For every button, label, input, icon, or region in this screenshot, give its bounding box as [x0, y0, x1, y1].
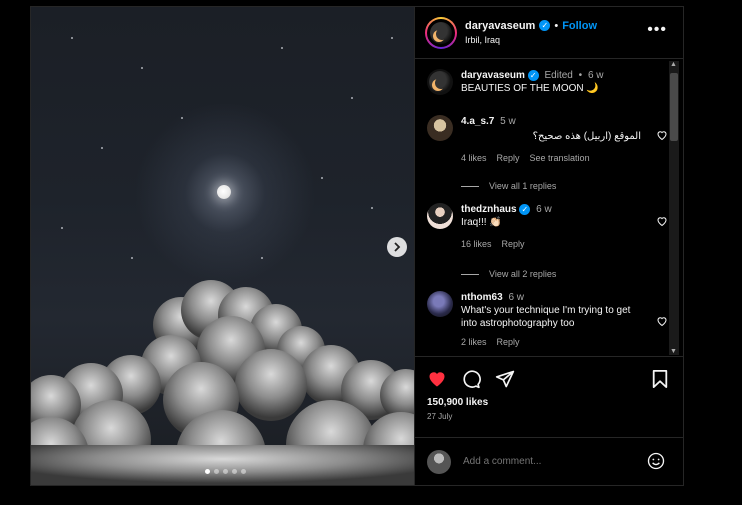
caption-text: BEAUTIES OF THE MOON 🌙 [461, 83, 599, 94]
reply-button[interactable]: Reply [497, 336, 520, 349]
comment-meta: 4 likes Reply See translation [461, 152, 641, 165]
verified-badge-icon: ✓ [527, 70, 539, 81]
star [61, 227, 63, 229]
commenter-avatar[interactable] [427, 203, 453, 229]
caption: daryavaseum ✓ Edited • 6 w BEAUTIES OF T… [427, 69, 663, 95]
carousel-dot [205, 469, 210, 474]
post-header: daryavaseum ✓ • Follow Irbil, Iraq ••• [415, 7, 683, 59]
scroll-up-arrow-icon[interactable]: ▲ [670, 61, 677, 68]
post-date: 27 July [427, 412, 453, 421]
clouds [31, 280, 414, 485]
add-comment-input[interactable] [463, 456, 633, 467]
moon-avatar-icon [429, 71, 451, 93]
comment-time: 5 w [500, 116, 516, 127]
replies-line [461, 273, 479, 275]
next-image-button[interactable] [387, 237, 407, 257]
author-info: daryavaseum ✓ • Follow Irbil, Iraq [465, 19, 597, 47]
comment-item: 4.a_s.7 5 w الموقع (اربيل) هذه صحيح؟ 4 l… [427, 115, 667, 165]
comment-likes[interactable]: 16 likes [461, 238, 492, 251]
comment-item: thedznhaus ✓ 6 w Iraq!!! 👏🏻 16 likes Rep… [427, 203, 667, 251]
view-replies-button[interactable]: View all 2 replies [461, 269, 556, 279]
star [141, 67, 143, 69]
author-username[interactable]: daryavaseum [465, 19, 535, 33]
post-modal: daryavaseum ✓ • Follow Irbil, Iraq ••• d… [30, 6, 684, 486]
post-photo[interactable] [31, 7, 415, 485]
comment-text: What's your technique I'm trying to get … [461, 305, 631, 329]
comment-username[interactable]: nthom63 [461, 292, 503, 303]
replies-line [461, 185, 479, 187]
comment-likes[interactable]: 2 likes [461, 336, 487, 349]
scroll-down-arrow-icon[interactable]: ▼ [670, 348, 677, 355]
scroll-thumb[interactable] [670, 73, 678, 141]
comments-section[interactable]: daryavaseum ✓ Edited • 6 w BEAUTIES OF T… [415, 59, 683, 357]
star [261, 257, 263, 259]
author-avatar[interactable] [425, 16, 457, 49]
caption-time: 6 w [587, 70, 604, 81]
commenter-avatar[interactable] [427, 291, 453, 317]
save-bookmark-icon[interactable] [651, 369, 669, 389]
follow-button[interactable]: Follow [562, 19, 597, 33]
share-icon[interactable] [495, 369, 515, 389]
view-replies-button[interactable]: View all 1 replies [461, 181, 556, 191]
more-options-icon[interactable]: ••• [647, 22, 667, 38]
caption-edited: Edited [544, 70, 573, 81]
comments-scrollbar[interactable]: ▲ ▼ [669, 61, 679, 355]
moon [217, 185, 231, 199]
like-heart-icon[interactable] [427, 369, 447, 389]
comment-username[interactable]: 4.a_s.7 [461, 116, 494, 127]
reply-button[interactable]: Reply [497, 152, 520, 165]
star [391, 37, 393, 39]
star [131, 257, 133, 259]
comment-likes[interactable]: 4 likes [461, 152, 487, 165]
carousel-dot [223, 469, 228, 474]
comment-username[interactable]: thedznhaus [461, 204, 517, 215]
star [281, 47, 283, 49]
current-user-avatar [427, 449, 451, 474]
verified-badge-icon: ✓ [539, 20, 551, 31]
caption-username[interactable]: daryavaseum [461, 70, 525, 81]
reply-button[interactable]: Reply [502, 238, 525, 251]
verified-badge-icon: ✓ [519, 204, 531, 215]
star [321, 177, 323, 179]
carousel-dot [232, 469, 237, 474]
action-bar [415, 357, 683, 401]
commenter-avatar[interactable] [427, 115, 453, 141]
caption-dot: • [578, 70, 583, 81]
like-comment-heart-icon[interactable] [656, 215, 668, 227]
comment-meta: 2 likes Reply [461, 336, 631, 349]
star [101, 147, 103, 149]
star [71, 37, 73, 39]
view-replies-label: View all 2 replies [489, 269, 557, 279]
comment-time: 6 w [508, 292, 525, 303]
star [351, 97, 353, 99]
add-comment-bar [415, 437, 683, 485]
comment-item: nthom63 6 w What's your technique I'm tr… [427, 291, 667, 349]
carousel-dot [214, 469, 219, 474]
post-panel: daryavaseum ✓ • Follow Irbil, Iraq ••• d… [415, 7, 683, 485]
chevron-right-icon [394, 242, 401, 252]
comment-icon[interactable] [461, 369, 481, 389]
like-comment-heart-icon[interactable] [656, 315, 668, 327]
moon-avatar-icon [430, 21, 452, 44]
see-translation-button[interactable]: See translation [530, 152, 590, 165]
comment-time: 6 w [536, 204, 552, 215]
emoji-icon[interactable] [647, 452, 665, 470]
view-replies-label: View all 1 replies [489, 181, 557, 191]
avatar-inner [427, 18, 455, 47]
carousel-dots [205, 469, 246, 474]
separator-dot: • [554, 19, 559, 32]
post-location[interactable]: Irbil, Iraq [465, 33, 597, 47]
carousel-dot [241, 469, 246, 474]
caption-avatar[interactable] [427, 69, 453, 95]
comment-text: الموقع (اربيل) هذه صحيح؟ [532, 131, 641, 142]
star [181, 117, 183, 119]
star [371, 207, 373, 209]
comment-meta: 16 likes Reply [461, 238, 641, 251]
like-comment-heart-icon[interactable] [656, 129, 668, 141]
comment-text: Iraq!!! 👏🏻 [461, 217, 502, 228]
